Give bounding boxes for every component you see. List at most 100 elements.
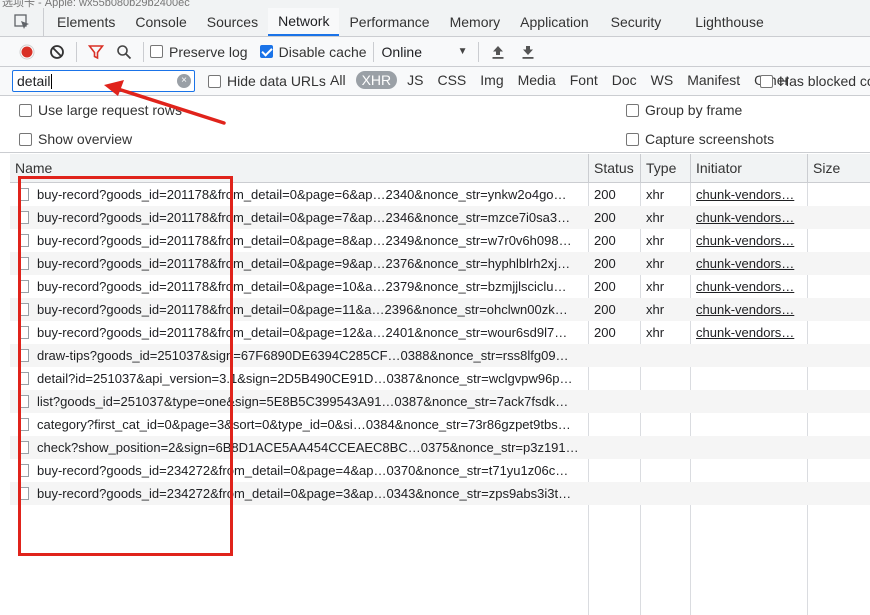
initiator-link[interactable]: chunk-vendors… [690,252,807,275]
request-name-cell[interactable]: detail?id=251037&api_version=3.1&sign=2D… [10,367,588,390]
initiator-link[interactable] [690,390,807,413]
preserve-log-box[interactable] [150,45,163,58]
show-overview-label: Show overview [38,131,133,147]
capture-screenshots-box[interactable] [626,132,639,146]
request-name-cell[interactable]: buy-record?goods_id=201178&from_detail=0… [10,206,588,229]
show-overview-box[interactable] [19,132,32,146]
initiator-link[interactable] [690,413,807,436]
search-button[interactable] [111,40,137,64]
table-row[interactable]: draw-tips?goods_id=251037&sign=67F6890DE… [10,344,870,367]
column-header-name[interactable]: Name [10,154,588,183]
import-har-button[interactable] [485,40,511,64]
tab-console[interactable]: Console [125,8,196,36]
table-row[interactable]: buy-record?goods_id=201178&from_detail=0… [10,206,870,229]
disable-cache-checkbox[interactable]: Disable cache [259,43,367,60]
group-by-frame-checkbox[interactable]: Group by frame [626,102,742,118]
request-name: buy-record?goods_id=201178&from_detail=0… [37,233,572,248]
table-row[interactable]: buy-record?goods_id=234272&from_detail=0… [10,482,870,505]
table-row[interactable]: buy-record?goods_id=201178&from_detail=0… [10,183,870,206]
filter-toggle-button[interactable] [83,40,109,64]
inspect-element-button[interactable] [0,8,44,36]
column-header-type[interactable]: Type [640,154,690,183]
filter-input[interactable]: detail × [12,70,195,92]
initiator-link[interactable] [690,436,807,459]
tab-elements[interactable]: Elements [47,8,125,36]
type-filter-manifest[interactable]: Manifest [683,72,744,88]
group-by-frame-box[interactable] [626,103,639,117]
type-filter-img[interactable]: Img [476,72,507,88]
tab-security[interactable]: Security [601,8,672,36]
initiator-link[interactable]: chunk-vendors… [690,275,807,298]
initiator-link[interactable] [690,459,807,482]
tab-lighthouse[interactable]: Lighthouse [685,8,774,36]
request-name-cell[interactable]: buy-record?goods_id=201178&from_detail=0… [10,183,588,206]
column-header-size[interactable]: Size [807,154,870,183]
request-name-cell[interactable]: list?goods_id=251037&type=one&sign=5E8B5… [10,390,588,413]
has-blocked-cookies-checkbox[interactable]: Has blocked co [760,73,870,89]
throttling-select[interactable]: Online ▼ [382,44,468,60]
initiator-link[interactable] [690,367,807,390]
tab-performance[interactable]: Performance [339,8,439,36]
type-filter-ws[interactable]: WS [647,72,678,88]
table-row[interactable]: category?first_cat_id=0&page=3&sort=0&ty… [10,413,870,436]
request-name: buy-record?goods_id=234272&from_detail=0… [37,463,569,478]
initiator-link[interactable] [690,482,807,505]
request-name-cell[interactable]: buy-record?goods_id=201178&from_detail=0… [10,321,588,344]
hide-data-urls-box[interactable] [208,74,221,88]
type-filter-media[interactable]: Media [514,72,560,88]
type-filter-css[interactable]: CSS [433,72,470,88]
type-filter-font[interactable]: Font [566,72,602,88]
initiator-link[interactable]: chunk-vendors… [690,206,807,229]
requests-table: Name Status Type Initiator Size buy-reco… [10,154,870,615]
type-filter-all[interactable]: All [326,72,350,88]
clear-button[interactable] [44,40,70,64]
clear-filter-icon[interactable]: × [177,74,191,88]
type-filter-js[interactable]: JS [403,72,427,88]
large-rows-box[interactable] [19,103,32,117]
tab-memory[interactable]: Memory [440,8,511,36]
initiator-link[interactable] [690,344,807,367]
disable-cache-label: Disable cache [278,43,367,60]
tab-network[interactable]: Network [268,8,340,36]
table-row[interactable]: buy-record?goods_id=201178&from_detail=0… [10,229,870,252]
table-row[interactable]: buy-record?goods_id=201178&from_detail=0… [10,298,870,321]
export-har-button[interactable] [515,40,541,64]
request-name: buy-record?goods_id=201178&from_detail=0… [37,256,571,271]
tab-sources[interactable]: Sources [197,8,268,36]
has-blocked-cookies-box[interactable] [760,74,773,88]
type-filter-doc[interactable]: Doc [608,72,641,88]
request-name-cell[interactable]: buy-record?goods_id=201178&from_detail=0… [10,298,588,321]
table-row[interactable]: buy-record?goods_id=201178&from_detail=0… [10,252,870,275]
initiator-link[interactable]: chunk-vendors… [690,321,807,344]
request-name-cell[interactable]: buy-record?goods_id=201178&from_detail=0… [10,252,588,275]
initiator-link[interactable]: chunk-vendors… [690,229,807,252]
show-overview-checkbox[interactable]: Show overview [19,131,132,147]
disable-cache-box[interactable] [259,45,273,58]
record-button[interactable] [14,40,40,64]
throttling-value: Online [381,43,422,60]
hide-data-urls-checkbox[interactable]: Hide data URLs [208,73,326,89]
table-row[interactable]: buy-record?goods_id=201178&from_detail=0… [10,321,870,344]
request-name-cell[interactable]: buy-record?goods_id=234272&from_detail=0… [10,459,588,482]
column-header-initiator[interactable]: Initiator [690,154,807,183]
type-filter-xhr[interactable]: XHR [355,71,398,89]
preserve-log-checkbox[interactable]: Preserve log [150,44,248,60]
initiator-link[interactable]: chunk-vendors… [690,298,807,321]
status-cell: 200 [594,187,616,202]
table-row[interactable]: buy-record?goods_id=201178&from_detail=0… [10,275,870,298]
large-rows-checkbox[interactable]: Use large request rows [19,102,182,118]
table-row[interactable]: check?show_position=2&sign=6B8D1ACE5AA45… [10,436,870,459]
table-row[interactable]: buy-record?goods_id=234272&from_detail=0… [10,459,870,482]
column-header-status[interactable]: Status [588,154,640,183]
request-name-cell[interactable]: buy-record?goods_id=201178&from_detail=0… [10,229,588,252]
initiator-link[interactable]: chunk-vendors… [690,183,807,206]
capture-screenshots-checkbox[interactable]: Capture screenshots [626,131,774,147]
tab-application[interactable]: Application [510,8,601,36]
request-name-cell[interactable]: check?show_position=2&sign=6B8D1ACE5AA45… [10,436,588,459]
request-name-cell[interactable]: buy-record?goods_id=201178&from_detail=0… [10,275,588,298]
request-name-cell[interactable]: draw-tips?goods_id=251037&sign=67F6890DE… [10,344,588,367]
request-name-cell[interactable]: buy-record?goods_id=234272&from_detail=0… [10,482,588,505]
table-row[interactable]: detail?id=251037&api_version=3.1&sign=2D… [10,367,870,390]
request-name-cell[interactable]: category?first_cat_id=0&page=3&sort=0&ty… [10,413,588,436]
table-row[interactable]: list?goods_id=251037&type=one&sign=5E8B5… [10,390,870,413]
